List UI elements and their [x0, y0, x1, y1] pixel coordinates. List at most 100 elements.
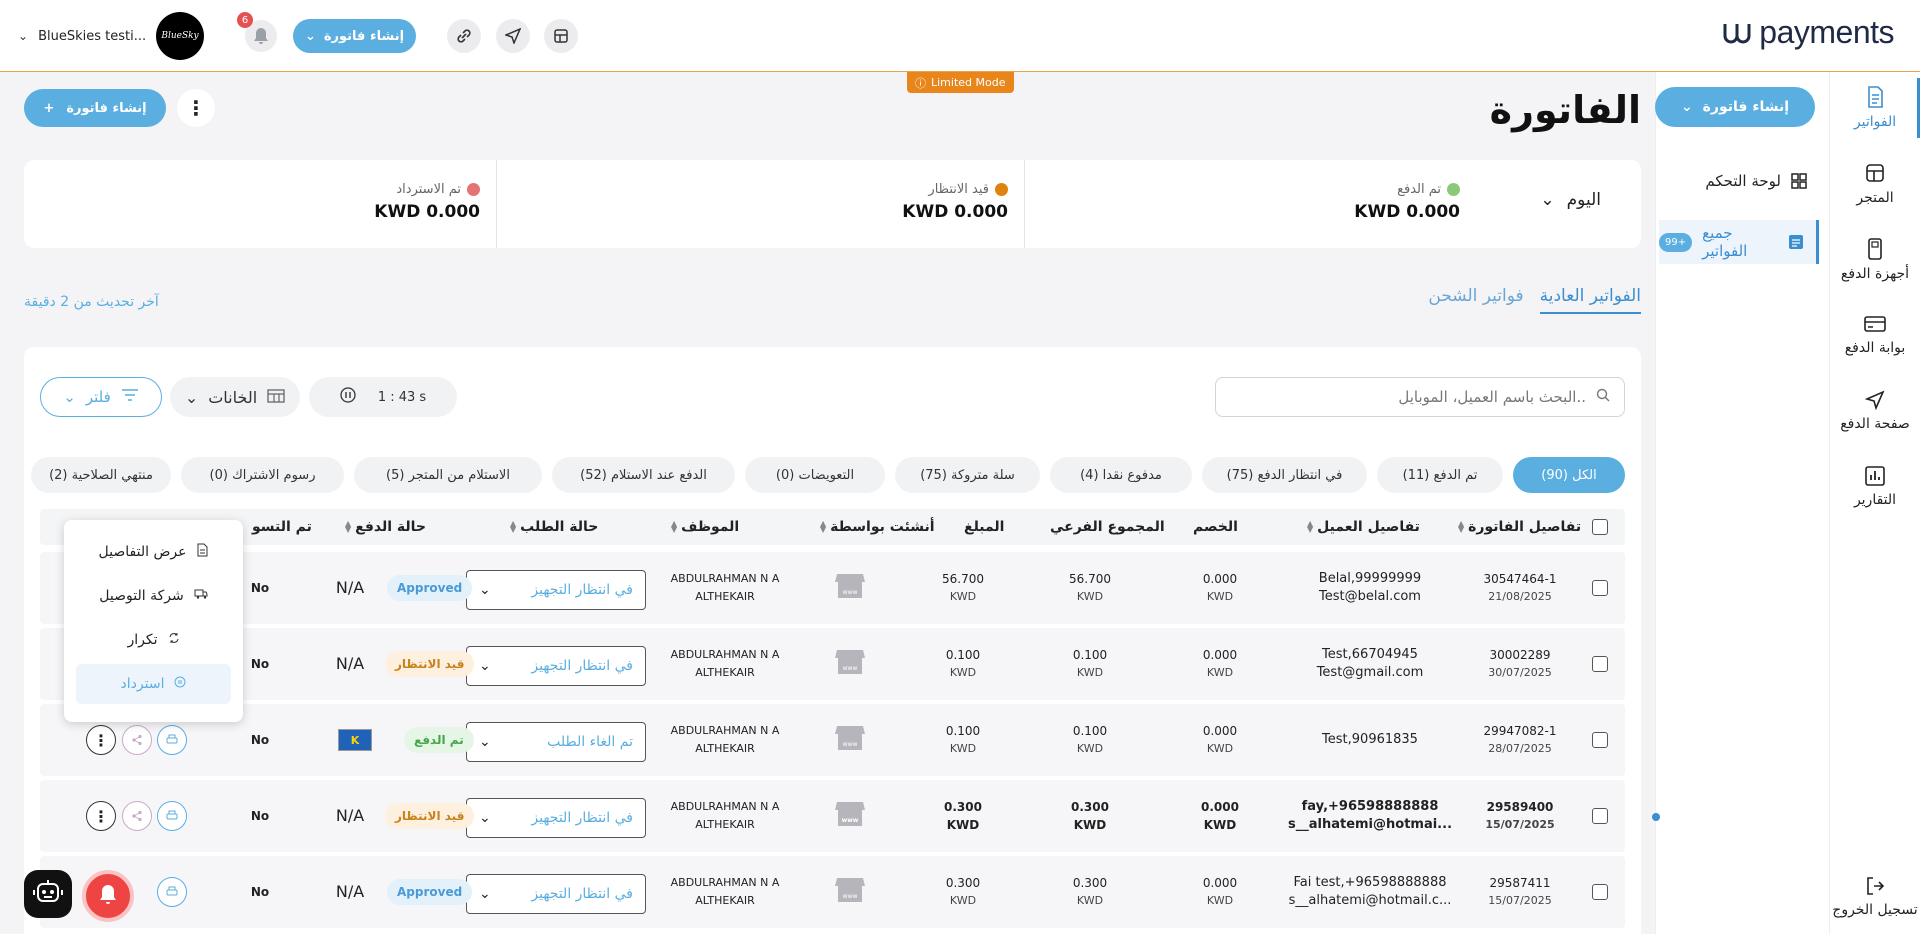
order-status-select[interactable]: تم الغاء الطلب ⌄ [466, 722, 646, 762]
invoice-date: 28/07/2025 [1488, 742, 1552, 755]
row-print-button[interactable] [157, 725, 187, 755]
row-checkbox[interactable] [1592, 808, 1608, 824]
more-options-button[interactable]: ⋮ [177, 89, 215, 127]
send-button[interactable] [496, 19, 530, 53]
search-input[interactable]: البحث باسم العميل، الموبايل.. [1215, 377, 1625, 417]
subnav-item-dashboard[interactable]: لوحة التحكم [1659, 159, 1819, 203]
currency: KWD [1073, 818, 1107, 832]
row-print-button[interactable] [157, 801, 187, 831]
row-share-button[interactable] [122, 725, 152, 755]
row-more-button[interactable]: ⋮ [86, 725, 116, 755]
chip-cash-paid[interactable]: مدفوع نقدا (4) [1050, 457, 1192, 493]
table-row[interactable]: 29947082-1 28/07/2025 Test,90961835 0.000… [40, 704, 1625, 776]
table-row[interactable]: 30547464-1 21/08/2025 Belal,99999999 Test@… [40, 552, 1625, 624]
chip-abandoned-cart[interactable]: سلة متروكة (75) [895, 457, 1040, 493]
customer-name: Test,90961835 [1322, 732, 1418, 747]
table-row[interactable]: 30002289 30/07/2025 Test,66704945 Test@gma… [40, 628, 1625, 700]
customer-email: Test@belal.com [1319, 589, 1421, 604]
chip-compensations[interactable]: التعويضات (0) [745, 457, 885, 493]
period-select[interactable]: ⌄ اليوم [1540, 190, 1601, 210]
avatar[interactable]: BlueSky [156, 12, 204, 60]
invoice-id[interactable]: 30547464-1 [1483, 570, 1556, 588]
table-row[interactable]: 29589400 15/07/2025 fay,+96598888888 s__al… [40, 780, 1660, 852]
create-invoice-button[interactable]: + إنشاء فاتورة [24, 89, 166, 127]
nav-item-invoices[interactable]: الفواتير [1830, 78, 1920, 138]
chip-awaiting-payment[interactable]: في انتظار الدفع (75) [1202, 457, 1367, 493]
row-checkbox[interactable] [1592, 884, 1608, 900]
nav-item-reports[interactable]: التقارير [1830, 466, 1920, 508]
row-checkbox[interactable] [1592, 580, 1608, 596]
row-more-button[interactable]: ⋮ [86, 801, 116, 831]
col-customer[interactable]: ▲ ▼ تفاصيل العميل [1307, 509, 1420, 545]
subnav-item-all-invoices[interactable]: جميع الفواتير 99+ [1659, 220, 1819, 264]
row-checkbox[interactable] [1592, 656, 1608, 672]
chatbot-button[interactable] [24, 870, 72, 918]
columns-button[interactable]: ⌄ الخانات [170, 377, 300, 417]
menu-item-refund[interactable]: استرداد [76, 664, 231, 704]
tab-shipping-invoices[interactable]: فواتير الشحن [1428, 286, 1523, 314]
nav-item-store[interactable]: المتجر [1830, 162, 1920, 206]
col-invoice[interactable]: ▲ ▼ تفاصيل الفاتورة [1458, 509, 1581, 545]
chevron-down-icon: ⌄ [479, 734, 491, 750]
invoice-id[interactable]: 29587411 [1489, 874, 1550, 892]
currency: KWD [1203, 818, 1237, 832]
pay-method-cell: N/A [330, 552, 370, 624]
chip-paid[interactable]: تم الدفع (11) [1377, 457, 1503, 493]
row-context-menu: عرض التفاصيل شركة التوصيل تكرار استرداد [64, 520, 243, 722]
pos-device-icon [1830, 238, 1920, 260]
chip-cash-on-delivery[interactable]: الدفع عند الاستلام (52) [552, 457, 735, 493]
invoice-id[interactable]: 29947082-1 [1483, 722, 1556, 740]
chip-expired[interactable]: منتهي الصلاحية (2) [31, 457, 171, 493]
invoice-id[interactable]: 30002289 [1489, 646, 1550, 664]
col-payment-status[interactable]: ▲ ▼ حالة الدفع [345, 509, 426, 545]
store-button[interactable] [544, 19, 578, 53]
print-icon [166, 731, 178, 750]
row-share-button[interactable] [122, 801, 152, 831]
invoice-id[interactable]: 29589400 [1487, 798, 1554, 816]
brand-logo[interactable]: payments [1721, 14, 1894, 51]
col-order-status[interactable]: ▲ ▼ حالة الطلب [510, 509, 598, 545]
auto-refresh-timer[interactable]: 1 : 43 s [309, 377, 457, 417]
chip-all[interactable]: الكل (90) [1513, 457, 1625, 493]
chip-store-pickup[interactable]: الاستلام من المتجر (5) [354, 457, 542, 493]
logout-button[interactable]: تسجيل الخروج [1830, 876, 1920, 918]
order-status-select[interactable]: في انتظار التجهيز ⌄ [466, 798, 646, 838]
logout-icon [1830, 876, 1920, 896]
order-status-select[interactable]: في انتظار التجهيز ⌄ [466, 874, 646, 914]
account-switcher[interactable]: ⌄ BlueSkies testi... [18, 22, 146, 50]
select-all-checkbox[interactable] [1592, 509, 1608, 545]
subnav-label: لوحة التحكم [1705, 172, 1781, 190]
link-button[interactable] [447, 19, 481, 53]
order-status-select[interactable]: في انتظار التجهيز ⌄ [466, 570, 646, 610]
nav-item-pos-devices[interactable]: أجهزة الدفع [1830, 238, 1920, 282]
subnav-create-invoice-button[interactable]: ⌄ إنشاء فاتورة [1655, 87, 1815, 127]
menu-item-view-details[interactable]: عرض التفاصيل [64, 532, 243, 572]
filter-button[interactable]: ⌄ فلتر [40, 377, 162, 417]
nav-item-label: بوابة الدفع [1844, 340, 1906, 356]
nav-item-payment-page[interactable]: صفحة الدفع [1830, 390, 1920, 432]
order-status-select[interactable]: في انتظار التجهيز ⌄ [466, 646, 646, 686]
nav-item-payment-gateway[interactable]: بوابة الدفع [1830, 314, 1920, 356]
search-placeholder: البحث باسم العميل، الموبايل.. [1398, 388, 1586, 406]
col-employee[interactable]: ▲ ▼ الموظف [671, 509, 739, 545]
row-print-button[interactable] [157, 877, 187, 907]
menu-item-duplicate[interactable]: تكرار [64, 620, 243, 660]
row-checkbox[interactable] [1592, 732, 1608, 748]
col-created-by[interactable]: ▲ ▼ أنشئت بواسطة [820, 509, 935, 545]
stat-refunded: تم الاسترداد KWD 0.000 [24, 160, 496, 248]
col-amount: المبلغ [964, 509, 1004, 545]
top-create-invoice-button[interactable]: ⌄ إنشاء فاتورة [293, 19, 416, 53]
stat-value: KWD 0.000 [374, 202, 480, 222]
alerts-button[interactable] [82, 870, 134, 922]
tab-regular-invoices[interactable]: الفواتير العادية [1539, 286, 1641, 314]
chip-subscription-fees[interactable]: رسوم الاشتراك (0) [181, 457, 344, 493]
stat-label: قيد الانتظار [928, 182, 989, 197]
avatar-text: BlueSky [161, 31, 199, 41]
menu-item-delivery-company[interactable]: شركة التوصيل [64, 576, 243, 616]
employee-name-2: ALTHEKAIR [695, 742, 755, 755]
discount-value: 0.000 [1202, 648, 1238, 662]
checkbox[interactable] [1592, 519, 1608, 535]
employee-cell: ABDULRAHMAN N A ALTHEKAIR [660, 552, 790, 624]
col-label: تفاصيل الفاتورة [1468, 519, 1582, 535]
table-row[interactable]: 29587411 15/07/2025 Fai test,+96598888888… [40, 856, 1625, 928]
